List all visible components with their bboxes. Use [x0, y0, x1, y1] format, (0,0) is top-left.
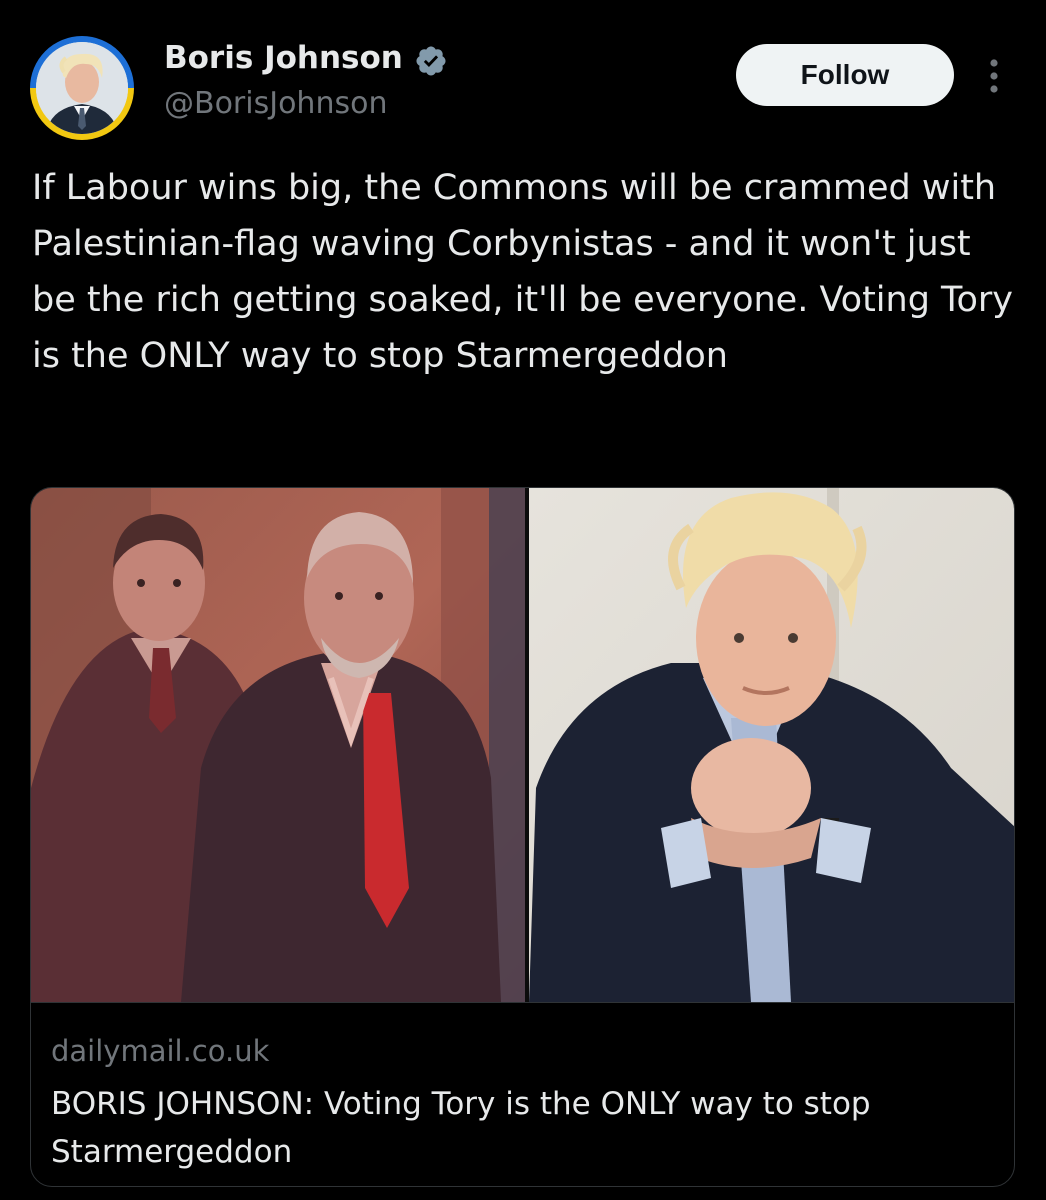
more-options-icon[interactable] — [980, 54, 1008, 98]
avatar[interactable] — [36, 42, 128, 134]
link-card-title: BORIS JOHNSON: Voting Tory is the ONLY w… — [51, 1086, 871, 1170]
link-card-domain: dailymail.co.uk — [51, 1034, 270, 1068]
avatar-image — [36, 42, 128, 134]
author-handle[interactable]: @BorisJohnson — [164, 86, 387, 121]
author-name[interactable]: Boris Johnson — [164, 40, 403, 76]
link-card-divider — [31, 1002, 1014, 1003]
article-photo — [31, 488, 1014, 1002]
link-card-image[interactable] — [31, 488, 1014, 1002]
follow-button[interactable]: Follow — [736, 44, 954, 106]
link-card[interactable]: dailymail.co.uk BORIS JOHNSON: Voting To… — [30, 487, 1015, 1187]
verified-badge-icon — [416, 46, 446, 76]
tweet: Boris Johnson @BorisJohnson Follow If La… — [0, 0, 1046, 1200]
tweet-text: If Labour wins big, the Commons will be … — [32, 168, 1014, 376]
